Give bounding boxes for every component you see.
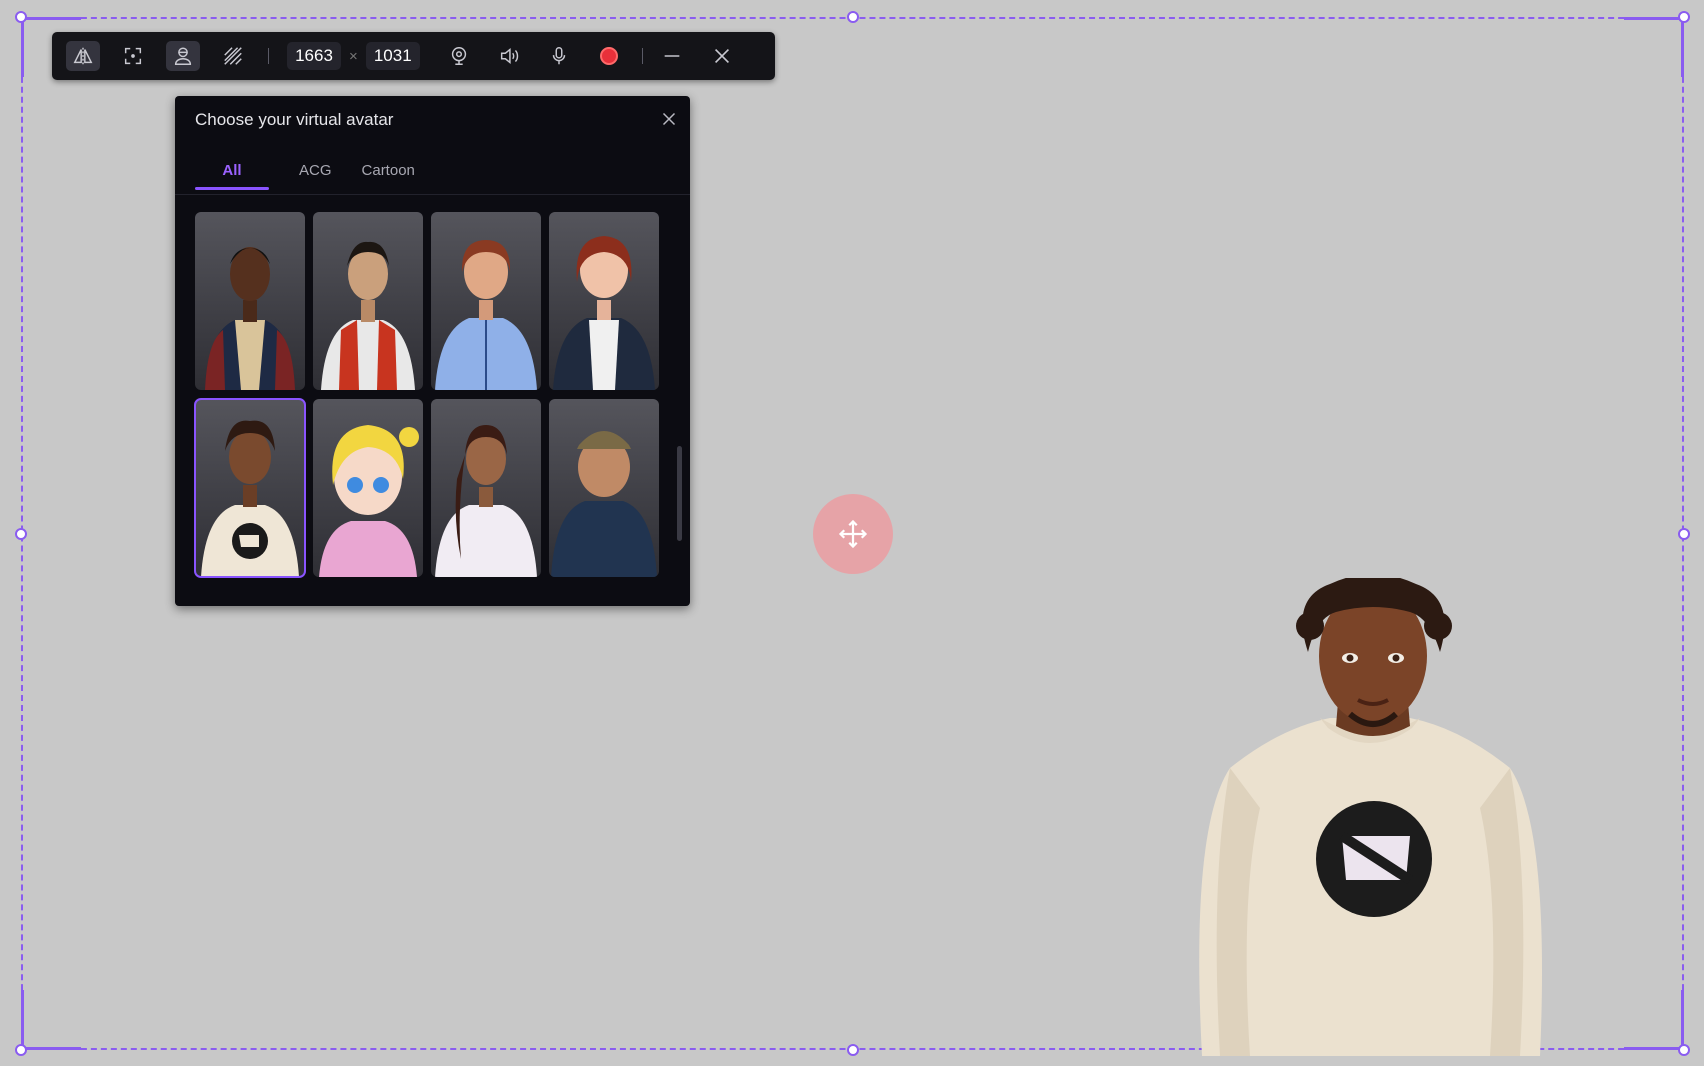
avatar-thumbnail	[201, 420, 299, 577]
avatar-thumbnail	[553, 236, 655, 390]
move-arrows-icon	[838, 519, 868, 549]
width-input[interactable]: 1663	[287, 42, 341, 70]
avatar-thumbnail	[435, 240, 537, 390]
tab-acg[interactable]: ACG	[299, 162, 332, 187]
minimize-icon	[664, 55, 680, 57]
avatar-icon	[174, 47, 192, 65]
dimension-separator: ×	[349, 47, 358, 65]
tab-all[interactable]: All	[195, 162, 269, 190]
avatar-denim-jacket-girl[interactable]	[549, 212, 659, 390]
resize-handle-bottom[interactable]	[847, 1044, 859, 1056]
speaker-button[interactable]	[492, 41, 526, 71]
background-icon	[224, 47, 242, 65]
mirror-button[interactable]	[66, 41, 100, 71]
background-button[interactable]	[216, 41, 250, 71]
record-button[interactable]	[592, 41, 626, 71]
close-panel-icon[interactable]	[658, 108, 680, 130]
resize-handle-bottom-right[interactable]	[1678, 1044, 1690, 1056]
height-input[interactable]: 1031	[365, 42, 420, 70]
microphone-button[interactable]	[542, 41, 576, 71]
resize-handle-top[interactable]	[847, 11, 859, 23]
avatar-grid	[194, 212, 659, 578]
resize-handle-top-right[interactable]	[1678, 11, 1690, 23]
avatar-chooser-panel: Choose your virtual avatar All ACG Carto…	[175, 96, 690, 606]
avatar-blue-jacket-woman[interactable]	[431, 212, 541, 390]
avatar-thumbnail	[205, 247, 295, 390]
toolbar-divider	[268, 48, 269, 64]
avatar-cap-man[interactable]	[549, 399, 659, 577]
avatar-thumbnail	[319, 425, 419, 577]
mirror-icon	[73, 47, 93, 65]
minimize-button[interactable]	[655, 41, 689, 71]
tab-divider	[175, 194, 690, 195]
panel-title: Choose your virtual avatar	[195, 110, 394, 129]
webcam-icon	[451, 47, 466, 65]
resize-handle-bottom-left[interactable]	[15, 1044, 27, 1056]
avatar-blonde-pigtail-girl[interactable]	[313, 399, 423, 577]
avatar-thumbnail	[435, 425, 537, 577]
move-button[interactable]	[813, 494, 893, 574]
close-toolbar-button[interactable]	[705, 41, 739, 71]
avatar-button[interactable]	[166, 41, 200, 71]
webcam-button[interactable]	[442, 41, 476, 71]
avatar-red-vest-boy[interactable]	[313, 212, 423, 390]
virtual-avatar-preview	[1199, 578, 1542, 1056]
resize-handle-left[interactable]	[15, 528, 27, 540]
avatar-sweater-man[interactable]	[194, 398, 306, 578]
focus-button[interactable]	[116, 41, 150, 71]
speaker-icon	[500, 48, 518, 64]
microphone-icon	[552, 47, 565, 65]
avatar-grid-scrollbar[interactable]	[677, 446, 682, 541]
avatar-varsity-jacket-man[interactable]	[195, 212, 305, 390]
avatar-category-tabs: All ACG Cartoon	[195, 162, 445, 190]
resize-handle-right[interactable]	[1678, 528, 1690, 540]
avatar-hoodie-woman[interactable]	[431, 399, 541, 577]
avatar-thumbnail	[551, 431, 657, 577]
toolbar-divider	[641, 48, 643, 64]
resize-handle-top-left[interactable]	[15, 11, 27, 23]
close-icon	[714, 48, 729, 64]
recording-toolbar: 1663 × 1031	[52, 32, 775, 80]
record-icon	[599, 47, 618, 65]
avatar-thumbnail	[321, 241, 415, 390]
tab-cartoon[interactable]: Cartoon	[362, 162, 415, 187]
focus-icon	[124, 47, 142, 65]
